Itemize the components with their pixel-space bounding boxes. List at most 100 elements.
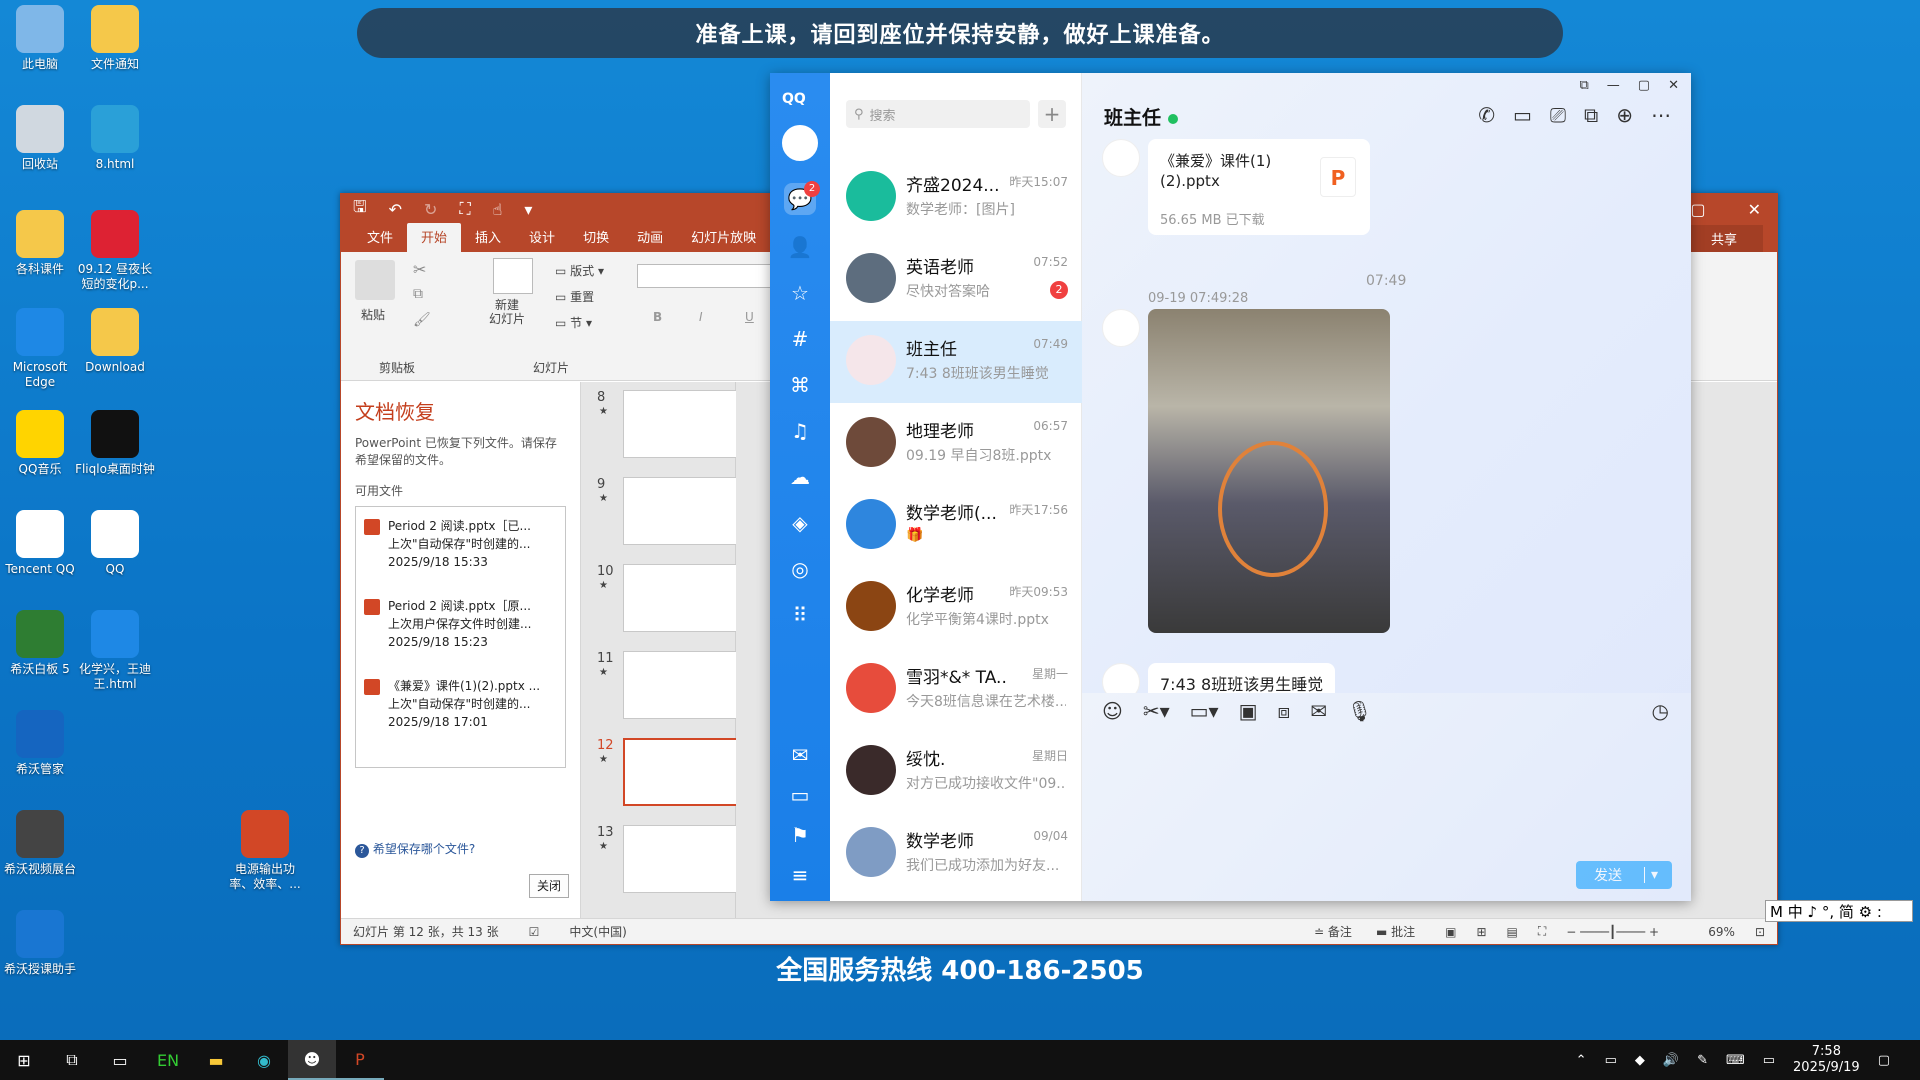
desktop-icon[interactable]: 文件通知 [75,5,155,72]
volume-icon[interactable]: 🔊 [1663,1053,1679,1068]
recovered-file-item[interactable]: Period 2 阅读.pptx［原... 上次用户保存文件时创建... 2025/… [356,591,565,657]
desktop-icon[interactable]: QQ [75,510,155,577]
italic-button[interactable]: I [699,310,703,324]
camera-app-icon[interactable]: ▭ [96,1040,144,1080]
help-link[interactable]: ? 希望保存哪个文件? [355,840,475,858]
slide-sorter-icon[interactable]: ⊞ [1476,925,1486,939]
sender-avatar[interactable] [1102,309,1140,347]
more-icon[interactable]: ⋯ [1651,103,1671,127]
reading-view-icon[interactable]: ▤ [1507,925,1518,939]
contacts-icon[interactable]: 👤 [784,231,816,263]
desktop-icon[interactable]: 回收站 [0,105,80,172]
bold-button[interactable]: B [653,310,662,324]
copy-icon[interactable]: ⧉ [413,286,423,302]
save-icon[interactable]: 🖫 [353,196,367,223]
redo-icon[interactable]: ↻ [424,200,437,219]
tab-transitions[interactable]: 切换 [569,223,623,252]
keyboard-icon[interactable]: ⌨ [1726,1053,1745,1068]
red-envelope-icon[interactable]: ✉ [1310,699,1327,723]
tab-file[interactable]: 文件 [353,223,407,252]
desktop-icon[interactable]: Microsoft Edge [0,308,80,390]
desktop-icon[interactable]: 化学兴，王迪王.html [75,610,155,692]
format-painter-icon[interactable]: 🖌 [413,312,431,328]
notification-icon[interactable]: ▢ [1878,1053,1890,1068]
send-button[interactable]: 发送 ▾ [1576,861,1672,889]
section-button[interactable]: ▭ 节 ▾ [555,314,592,331]
desktop-icon[interactable]: 电源输出功率、效率、... [225,810,305,892]
paste-icon[interactable] [355,260,395,300]
chat-list-item[interactable]: 绥忱. 星期日 对方已成功接收文件"09... [830,731,1082,813]
new-slide-icon[interactable] [493,258,533,294]
desktop-icon[interactable]: 8.html [75,105,155,172]
add-member-icon[interactable]: ⊕ [1616,103,1633,127]
game-icon[interactable]: ◈ [784,507,816,539]
mail-icon[interactable]: ✉ [784,739,816,771]
recovered-file-item[interactable]: 《兼爱》课件(1)(2).pptx ... 上次"自动保存"时创建的... 2025… [356,671,565,737]
video-call-icon[interactable]: ▭ [1513,103,1532,127]
desktop-icon[interactable]: Tencent QQ [0,510,80,577]
new-slide-label[interactable]: 新建 幻灯片 [489,298,525,326]
tab-design[interactable]: 设计 [515,223,569,252]
cloud-icon[interactable]: ☁ [784,461,816,493]
present-icon[interactable]: ⛶ [459,199,470,219]
chat-list-item[interactable]: 化学老师 昨天09:53 化学平衡第4课时.pptx [830,567,1082,649]
pen-icon[interactable]: ✎ [1697,1053,1708,1068]
file-explorer-icon[interactable]: ▬ [192,1040,240,1080]
voice-call-icon[interactable]: ✆ [1478,103,1495,127]
tab-animations[interactable]: 动画 [623,223,677,252]
slideshow-icon[interactable]: ⛶ [1538,924,1546,939]
music-icon[interactable]: ♫ [784,415,816,447]
desktop-icon[interactable]: 希沃管家 [0,710,80,777]
desktop-icon[interactable]: 希沃视频展台 [0,810,80,877]
clock[interactable]: 7:58 2025/9/19 [1793,1044,1860,1076]
chat-list-item[interactable]: 雪羽*&* TA... 星期一 今天8班信息课在艺术楼... [830,649,1082,731]
powerpoint-app-icon[interactable]: P [336,1040,384,1080]
tab-insert[interactable]: 插入 [461,223,515,252]
folder-icon[interactable]: ▭▾ [1190,699,1219,723]
maximize-icon[interactable]: ▢ [1690,200,1705,219]
cut-icon[interactable]: ✂ [413,260,426,279]
start-icon[interactable]: ⊞ [0,1040,48,1080]
desktop-icon[interactable]: QQ音乐 [0,410,80,477]
touch-mode-icon[interactable]: ☝ [493,200,503,219]
comments-button[interactable]: ▬ 批注 [1376,923,1415,940]
chat-list-item[interactable]: 数学老师 09/04 我们已成功添加为好友... [830,813,1082,895]
image-icon[interactable]: ▣ [1239,699,1258,723]
screen-share-icon[interactable]: ⎚ [1550,103,1566,127]
zoom-level[interactable]: 69% [1708,925,1735,939]
apps-grid-icon[interactable]: ⠿ [784,599,816,631]
microphone-icon[interactable]: 🎙 [1347,699,1372,723]
tray-shield-icon[interactable]: ◆ [1635,1053,1645,1068]
language-label[interactable]: 中文(中国) [569,923,626,940]
add-button[interactable]: + [1038,100,1066,128]
screenshot-icon[interactable]: ✂▾ [1143,699,1170,723]
desktop-icon[interactable]: Download [75,308,155,375]
desktop-icon[interactable]: 09.12 昼夜长短的变化p... [75,210,155,292]
chat-list-item[interactable]: 班主任 07:49 7:43 8班班该男生睡觉 [830,321,1082,403]
display-icon[interactable]: ▭ [1763,1053,1775,1068]
minimize-icon[interactable]: — [1607,78,1620,93]
layout-button[interactable]: ▭ 版式 ▾ [555,262,604,279]
channels-icon[interactable]: # [784,323,816,355]
task-view-icon[interactable]: ⧉ [48,1040,96,1080]
edge-app-icon[interactable]: ◉ [240,1040,288,1080]
tray-expand-icon[interactable]: ⌃ [1576,1053,1587,1068]
easinote-app-icon[interactable]: EN [144,1040,192,1080]
chat-list-item[interactable]: 地理老师 06:57 09.19 早自习8班.pptx [830,403,1082,485]
file-message[interactable]: 《兼爱》课件(1)(2).pptx 56.65 MB 已下载 P [1148,139,1370,235]
desktop-icon[interactable]: 各科课件 [0,210,80,277]
favorites-icon[interactable]: ☆ [784,277,816,309]
folder-icon[interactable]: ▭ [784,779,816,811]
ime-toolbar[interactable]: M 中 ♪ °, 简 ⚙ : [1765,900,1913,922]
emoji-icon[interactable]: ☺ [1102,699,1123,723]
chat-list-item[interactable]: 齐盛2024... 昨天15:07 数学老师：[图片] [830,157,1082,239]
desktop-icon[interactable]: 希沃白板 5 [0,610,80,677]
book-icon[interactable]: ⌘ [784,369,816,401]
sender-avatar[interactable] [1102,139,1140,177]
search-input[interactable]: ⚲ 搜索 [846,100,1030,128]
undo-icon[interactable]: ↶ [389,200,402,219]
menu-icon[interactable]: ≡ [784,859,816,891]
underline-button[interactable]: U [745,310,754,324]
send-options-chevron-icon[interactable]: ▾ [1644,867,1658,883]
remote-desktop-icon[interactable]: ⧉ [1584,103,1598,127]
